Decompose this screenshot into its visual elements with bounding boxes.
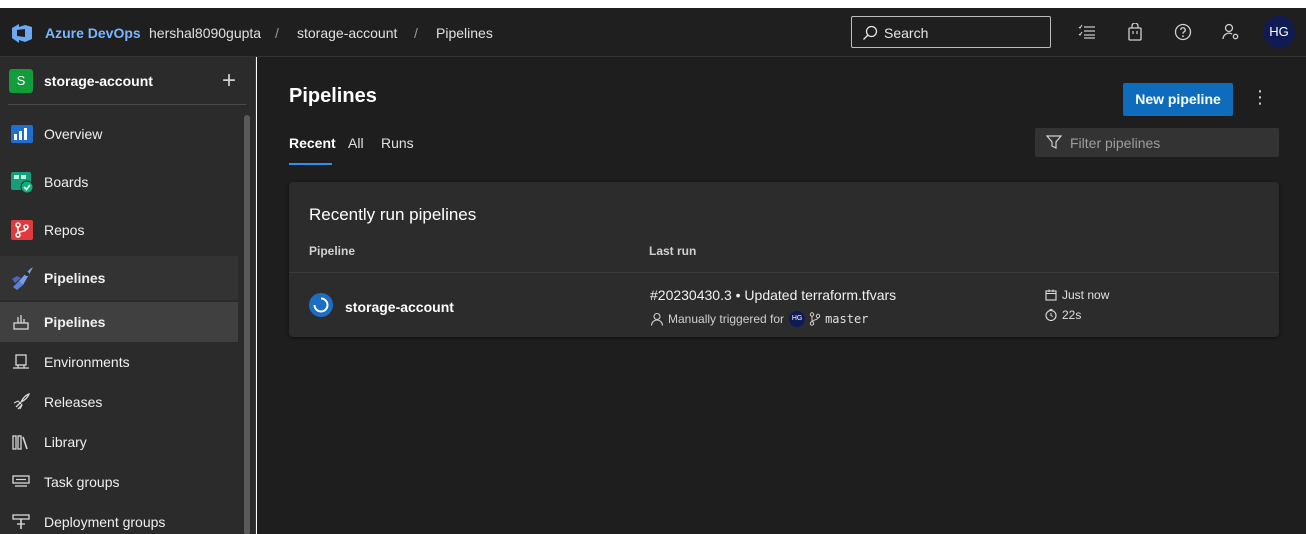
sidebar-subitem-label: Environments (44, 354, 130, 370)
sidebar-item-label: Boards (44, 174, 89, 190)
task-groups-icon (12, 475, 30, 487)
pipelines-icon (12, 267, 33, 290)
breadcrumb-separator: / (414, 25, 418, 41)
sidebar-subitem-label: Deployment groups (44, 514, 166, 530)
overview-icon (11, 125, 33, 143)
sidebar-subitem-label: Releases (44, 394, 103, 410)
help-icon[interactable] (1174, 23, 1192, 41)
azure-devops-logo-icon[interactable] (10, 22, 34, 44)
brand-link[interactable]: Azure DevOps (45, 25, 141, 41)
search-label: Search (884, 25, 929, 41)
sidebar-subitem-environments[interactable]: Environments (0, 342, 238, 382)
sidebar-subitem-task-groups[interactable]: Task groups (0, 462, 238, 502)
calendar-icon (1045, 289, 1057, 301)
breadcrumb-separator: / (275, 25, 279, 41)
releases-icon (13, 393, 30, 410)
column-header-pipeline: Pipeline (309, 244, 356, 258)
search-box[interactable]: Search (851, 16, 1051, 48)
project-header[interactable]: S storage-account + (0, 57, 256, 105)
project-avatar: S (9, 69, 33, 93)
sidebar-subitem-library[interactable]: Library (0, 422, 238, 462)
environments-icon (13, 354, 29, 369)
filter-icon (1046, 135, 1062, 149)
more-actions-icon[interactable]: ⋮ (1251, 87, 1269, 113)
clock-icon (1045, 309, 1057, 321)
search-icon (863, 25, 878, 40)
user-avatar[interactable]: HG (1263, 16, 1295, 48)
run-when: Just now (1062, 288, 1110, 302)
sidebar-subitem-pipelines[interactable]: Pipelines (0, 302, 238, 342)
sidebar-item-label: Overview (44, 126, 103, 142)
sidebar-item-pipelines[interactable]: Pipelines (0, 256, 238, 300)
divider (289, 272, 1279, 273)
breadcrumb-project[interactable]: storage-account (297, 25, 397, 41)
tab-recent[interactable]: Recent (289, 135, 336, 151)
sidebar-subitem-label: Pipelines (44, 314, 106, 330)
sidebar-item-label: Repos (44, 222, 85, 238)
in-progress-status-icon (309, 293, 333, 317)
sidebar-item-label: Pipelines (44, 270, 106, 286)
top-bar: Azure DevOps hershal8090gupta / storage-… (0, 8, 1306, 57)
branch-name: master (825, 312, 869, 326)
tab-runs[interactable]: Runs (381, 135, 414, 151)
pipelines-sub-icon (13, 315, 29, 330)
person-icon (650, 312, 664, 326)
sidebar-scrollbar[interactable] (244, 115, 250, 534)
run-time: Just now (1045, 288, 1109, 302)
filter-pipelines-input[interactable]: Filter pipelines (1035, 128, 1279, 157)
settings-list-icon[interactable] (1078, 23, 1096, 41)
filter-placeholder: Filter pipelines (1070, 135, 1161, 151)
sidebar: S storage-account + Overview Boards Repo… (0, 57, 256, 534)
pipeline-name[interactable]: storage-account (345, 299, 454, 315)
main-content: Pipelines New pipeline ⋮ Recent All Runs… (257, 57, 1306, 534)
repos-icon (11, 220, 33, 240)
sidebar-subitem-label: Task groups (44, 474, 120, 490)
user-settings-icon[interactable] (1222, 23, 1240, 41)
avatar: HG (789, 311, 806, 327)
library-icon (12, 435, 28, 450)
recent-pipelines-card: Recently run pipelines Pipeline Last run… (289, 182, 1279, 337)
new-pipeline-button[interactable]: New pipeline (1123, 83, 1233, 116)
sidebar-item-overview[interactable]: Overview (0, 112, 238, 156)
sidebar-subitem-label: Library (44, 434, 87, 450)
trigger-text: Manually triggered for (668, 312, 785, 326)
add-icon[interactable]: + (222, 67, 236, 95)
breadcrumb-pipelines[interactable]: Pipelines (436, 25, 493, 41)
deployment-groups-icon (12, 514, 30, 529)
sidebar-subitem-deployment-groups[interactable]: Deployment groups (0, 502, 238, 534)
branch-icon (809, 312, 821, 326)
page-title: Pipelines (289, 85, 377, 107)
column-header-last-run: Last run (649, 244, 697, 258)
divider (8, 104, 246, 105)
run-trigger-info: Manually triggered for HG master (650, 311, 868, 327)
boards-icon (11, 172, 34, 194)
tab-all[interactable]: All (348, 135, 364, 151)
project-name[interactable]: storage-account (44, 73, 153, 89)
run-duration: 22s (1045, 308, 1081, 322)
run-duration-value: 22s (1062, 308, 1082, 322)
browser-top-strip (0, 0, 1306, 8)
breadcrumb-organization[interactable]: hershal8090gupta (149, 25, 261, 41)
active-tab-indicator (289, 163, 332, 165)
sidebar-subitem-releases[interactable]: Releases (0, 382, 238, 422)
run-title[interactable]: #20230430.3 • Updated terraform.tfvars (650, 287, 896, 303)
card-title: Recently run pipelines (309, 205, 477, 224)
sidebar-item-repos[interactable]: Repos (0, 208, 238, 252)
shopping-bag-icon[interactable] (1126, 23, 1144, 41)
sidebar-item-boards[interactable]: Boards (0, 160, 238, 204)
